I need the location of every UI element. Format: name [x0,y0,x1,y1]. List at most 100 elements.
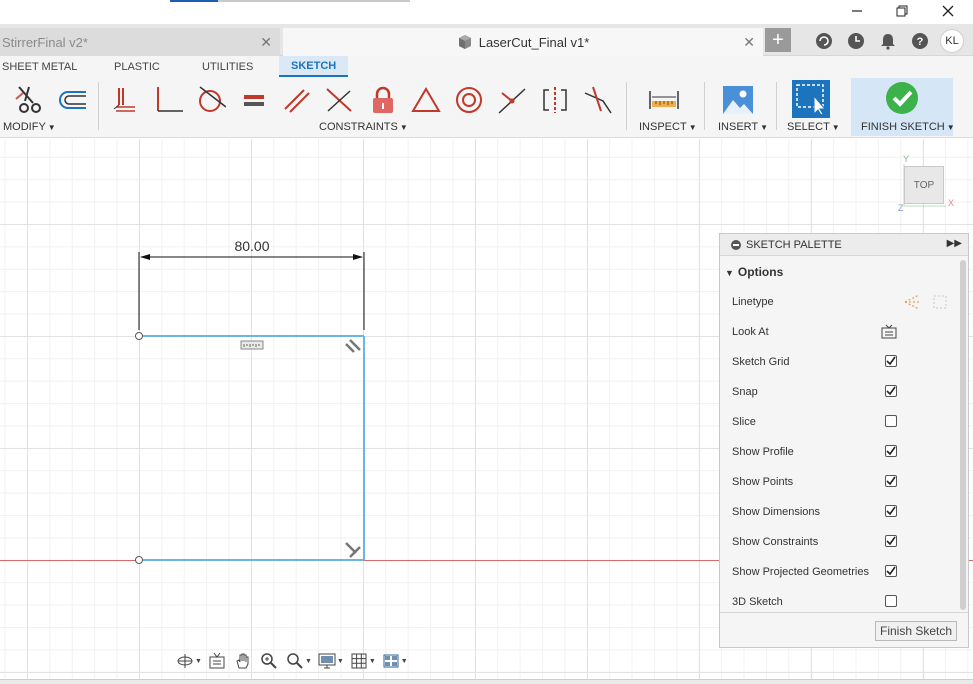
coincident-tool[interactable] [110,84,142,116]
maximize-button[interactable] [880,0,924,22]
constraints-label: CONSTRAINTS [319,121,398,133]
finish-sketch-tool[interactable] [884,80,920,116]
constraints-group-label[interactable]: CONSTRAINTS ▼ [319,121,408,133]
tangent-tool[interactable] [195,84,227,116]
minimize-button[interactable] [835,0,879,22]
select-tool[interactable] [792,80,830,118]
concentric-tool[interactable] [453,84,485,116]
tab-plastic[interactable]: PLASTIC [114,56,160,77]
image-icon [723,86,753,114]
fix-tool[interactable] [367,84,399,116]
modify-group-label[interactable]: MODIFY ▼ [3,121,56,133]
measure-tool[interactable] [648,84,680,116]
close-tab-icon[interactable]: ✕ [260,34,272,51]
insert-group-label[interactable]: INSERT ▼ [718,121,768,133]
checkmark-icon [886,536,896,546]
palette-row-sketch-grid: Sketch Grid [732,347,957,377]
triangle-constraint-tool[interactable] [410,84,442,116]
palette-row-show-points: Show Points [732,467,957,497]
dropdown-caret-icon[interactable]: ▼ [401,658,408,665]
collapse-icon[interactable] [731,239,741,250]
orbit-button[interactable] [174,650,196,672]
zoom-button[interactable] [258,650,280,672]
expand-icon[interactable]: ▶▶ [947,238,962,249]
checkmark-icon [886,386,896,396]
dropdown-caret-icon[interactable]: ▼ [305,658,312,665]
viewports-icon [383,654,399,668]
construction-line-icon[interactable] [903,293,921,311]
dimension-value[interactable]: 80.00 [226,238,278,254]
document-tab-label: StirrerFinal v2* [2,34,88,50]
tab-utilities[interactable]: UTILITIES [202,56,253,77]
row-label: Sketch Grid [732,356,790,368]
midpoint-icon [498,88,526,114]
user-profile-button[interactable]: KL [939,28,965,54]
history-button[interactable] [843,28,869,54]
select-group-label[interactable]: SELECT ▼ [787,121,840,133]
close-tab-icon[interactable]: ✕ [743,34,755,51]
insert-image-tool[interactable] [722,84,754,116]
collinear-tool[interactable] [323,84,355,116]
midpoint-tool[interactable] [496,84,528,116]
triangle-icon [411,87,441,112]
finish-sketch-group-label[interactable]: FINISH SKETCH ▼ [861,121,955,133]
grid-settings-button[interactable] [348,650,370,672]
slice-checkbox[interactable] [885,415,897,427]
ribbon-separator [626,82,627,130]
tab-sketch[interactable]: SKETCH [279,56,349,77]
component-cube-icon [458,35,471,49]
help-button[interactable]: ? [907,28,933,54]
show-constraints-checkbox[interactable] [885,535,897,547]
document-tab-lasercut[interactable]: LaserCut_Final v1* ✕ [283,28,763,56]
row-label: Slice [732,416,756,428]
new-tab-button[interactable]: + [765,28,791,52]
parallel-tool[interactable] [281,84,313,116]
palette-header[interactable]: SKETCH PALETTE ▶▶ [720,234,968,256]
inspect-group-label[interactable]: INSPECT ▼ [639,121,697,133]
pan-button[interactable] [232,650,254,672]
look-at-button[interactable] [881,324,897,343]
close-window-button[interactable] [926,0,970,22]
palette-title: SKETCH PALETTE [746,238,842,251]
equal-tool[interactable] [238,84,270,116]
perpendicular-tool[interactable] [152,84,184,116]
notifications-button[interactable] [875,28,901,54]
sketch-grid-checkbox[interactable] [885,355,897,367]
3d-sketch-checkbox[interactable] [885,595,897,607]
options-section-header[interactable]: ▼ Options [725,265,783,279]
centerline-icon[interactable] [931,293,949,311]
dropdown-caret-icon[interactable]: ▼ [369,658,376,665]
document-tab-stirrer[interactable]: StirrerFinal v2* ✕ [0,28,280,56]
curvature-icon [584,86,612,114]
viewports-button[interactable] [380,650,402,672]
offset-tool[interactable] [56,84,88,116]
show-points-checkbox[interactable] [885,475,897,487]
palette-divider [720,612,968,613]
job-status-button[interactable] [811,28,837,54]
insert-label: INSERT [718,121,759,133]
monitor-icon [318,653,336,669]
view-cube[interactable]: TOP [904,166,944,204]
status-strip [0,679,973,684]
checkmark-icon [886,476,896,486]
fit-button[interactable] [284,650,306,672]
snap-checkbox[interactable] [885,385,897,397]
dropdown-caret-icon: ▼ [831,123,840,132]
look-at-nav-button[interactable] [206,650,228,672]
display-settings-button[interactable] [316,650,338,672]
trim-tool[interactable] [14,84,46,116]
show-profile-checkbox[interactable] [885,445,897,457]
equal-icon [244,95,264,106]
palette-scrollbar[interactable] [960,260,966,610]
finish-sketch-button[interactable]: Finish Sketch [875,621,957,641]
show-dimensions-checkbox[interactable] [885,505,897,517]
dropdown-caret-icon[interactable]: ▼ [195,658,202,665]
bell-icon [881,34,895,50]
symmetry-tool[interactable] [539,84,571,116]
dropdown-caret-icon[interactable]: ▼ [337,658,344,665]
show-projected-geometries-checkbox[interactable] [885,565,897,577]
selection-box-icon [796,84,827,116]
tab-sheet-metal[interactable]: SHEET METAL [2,56,77,77]
curvature-tool[interactable] [582,84,614,116]
viewcube-face-label: TOP [913,179,935,191]
